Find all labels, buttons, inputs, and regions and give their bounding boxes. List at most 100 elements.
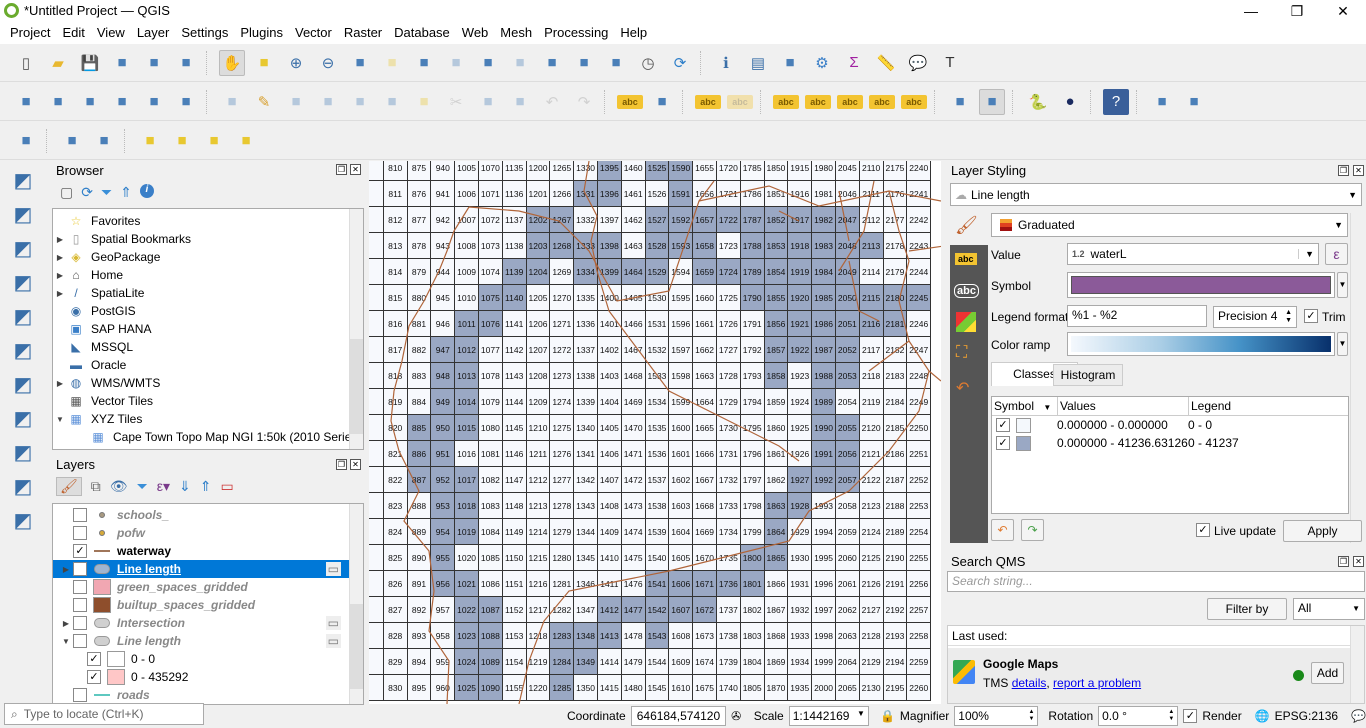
- map-tips-icon[interactable]: 💬: [905, 50, 931, 76]
- collapse-all-icon[interactable]: ⇑: [120, 184, 132, 201]
- browser-item[interactable]: ▶ ◈ GeoPackage: [53, 248, 363, 266]
- add-group-icon[interactable]: ⧉: [91, 478, 101, 495]
- help-icon[interactable]: ?: [1103, 88, 1129, 115]
- save-project-icon[interactable]: 💾: [77, 50, 103, 76]
- qms-search-icon[interactable]: ■: [979, 88, 1005, 115]
- zoom-last-icon[interactable]: ■: [475, 50, 501, 76]
- column-header-values[interactable]: Values: [1058, 397, 1189, 415]
- add-postgis-icon[interactable]: ◩: [8, 370, 38, 398]
- refresh-icon[interactable]: ⟳: [81, 184, 93, 201]
- layer-visibility-checkbox[interactable]: [73, 616, 87, 630]
- layer-item[interactable]: green_spaces_gridded: [53, 578, 363, 596]
- filter-by-extent-button[interactable]: Filter by extent: [1207, 598, 1287, 636]
- zoom-out-icon[interactable]: ⊖: [315, 50, 341, 76]
- add-delimited-text-icon[interactable]: ◩: [8, 268, 38, 296]
- menu-help[interactable]: Help: [614, 22, 653, 44]
- profile-tool-icon[interactable]: ■: [13, 128, 39, 154]
- edit-label-icon[interactable]: abc: [901, 94, 927, 109]
- label-tool-icon[interactable]: abc: [617, 94, 643, 109]
- symbol-button[interactable]: [1067, 272, 1335, 298]
- pan-icon[interactable]: ✋: [219, 49, 245, 76]
- browser-item[interactable]: ▦ Cape Town Topo Map NGI 1:50k (2010 Seri…: [53, 428, 363, 446]
- menu-raster[interactable]: Raster: [338, 22, 388, 44]
- new-temp-layer-icon[interactable]: ■: [141, 89, 167, 115]
- new-map-view-icon[interactable]: ■: [603, 50, 629, 76]
- map-canvas[interactable]: 810 875 940 1005 1070 1135 1200 1265 1330 1395 146…: [369, 161, 941, 704]
- expand-arrow-icon[interactable]: ▶: [53, 253, 67, 262]
- show-hide-labels-icon[interactable]: abc: [805, 94, 831, 109]
- zoom-to-layer-icon[interactable]: ■: [411, 50, 437, 76]
- minimize-button[interactable]: —: [1228, 0, 1274, 22]
- mouse-coordinate-toggle-icon[interactable]: ✇: [731, 709, 749, 723]
- layer-item[interactable]: ✓ waterway: [53, 542, 363, 560]
- close-panel-icon[interactable]: ✕: [1353, 556, 1364, 567]
- menu-view[interactable]: View: [91, 22, 131, 44]
- add-wcs-icon[interactable]: ◩: [8, 472, 38, 500]
- identify-icon[interactable]: ℹ: [713, 50, 739, 76]
- rendering-tab-icon[interactable]: ⛶: [956, 344, 976, 364]
- new-bookmark-icon[interactable]: ■: [539, 50, 565, 76]
- column-header-legend[interactable]: Legend: [1189, 397, 1231, 415]
- refresh-tables-icon[interactable]: ■: [1181, 89, 1207, 115]
- browser-item[interactable]: ▣ SAP HANA: [53, 320, 363, 338]
- data-source-manager-icon[interactable]: ■: [13, 89, 39, 115]
- browser-item[interactable]: ☆ Favorites: [53, 212, 363, 230]
- redo-icon[interactable]: ↷: [571, 89, 597, 115]
- live-update-checkbox[interactable]: ✓: [1196, 523, 1210, 537]
- collapse-arrow-icon[interactable]: ▼: [53, 415, 67, 424]
- add-spatialite-icon[interactable]: ◩: [8, 302, 38, 330]
- color-ramp-dropdown[interactable]: ▼: [1337, 332, 1348, 356]
- zoom-next-icon[interactable]: ■: [507, 50, 533, 76]
- details-link[interactable]: details: [1012, 676, 1047, 690]
- refresh-icon[interactable]: ⟳: [667, 50, 693, 76]
- add-vector-layer-icon[interactable]: ◩: [8, 166, 38, 194]
- expression-filter-icon[interactable]: ε▾: [157, 478, 170, 495]
- report-problem-link[interactable]: report a problem: [1053, 676, 1141, 690]
- show-bookmarks-icon[interactable]: ■: [571, 50, 597, 76]
- expand-arrow-icon[interactable]: ▶: [59, 565, 73, 574]
- expand-arrow-icon[interactable]: ▶: [53, 289, 67, 298]
- class-checkbox[interactable]: ✓: [996, 436, 1010, 450]
- symbology-tab-icon[interactable]: 🖌: [955, 215, 978, 236]
- delete-selected-icon[interactable]: ■: [411, 89, 437, 115]
- diagram-tool-icon[interactable]: ■: [649, 89, 675, 115]
- layer-item[interactable]: roads: [53, 686, 363, 704]
- trim-checkbox[interactable]: ✓: [1304, 309, 1318, 323]
- zoom-in-icon[interactable]: ⊕: [283, 50, 309, 76]
- float-panel-icon[interactable]: ❐: [336, 459, 347, 470]
- filter-legend-icon[interactable]: ⏷: [137, 478, 148, 495]
- float-panel-icon[interactable]: ❐: [1338, 556, 1349, 567]
- style-manager-icon[interactable]: ■: [173, 50, 199, 76]
- menu-project[interactable]: Project: [4, 22, 56, 44]
- qms-service-item[interactable]: Google Maps TMS details, report a proble…: [948, 648, 1350, 703]
- browser-scrollbar[interactable]: [349, 209, 363, 449]
- qms-add-icon[interactable]: ■: [947, 89, 973, 115]
- close-panel-icon[interactable]: ✕: [350, 164, 361, 175]
- chevron-down-icon[interactable]: ▼: [857, 709, 865, 723]
- rotation-field[interactable]: 0.0 °: [1102, 709, 1127, 723]
- select-features-icon[interactable]: ■: [137, 128, 163, 154]
- menu-plugins[interactable]: Plugins: [234, 22, 289, 44]
- layer-visibility-checkbox[interactable]: ✓: [87, 652, 101, 666]
- zoom-to-selection-icon[interactable]: ■: [379, 50, 405, 76]
- tab-histogram[interactable]: Histogram: [1053, 364, 1123, 386]
- select-by-value-icon[interactable]: ■: [169, 128, 195, 154]
- styling-scrollbar[interactable]: [1350, 213, 1363, 543]
- lock-scale-icon[interactable]: 🔒: [880, 709, 895, 723]
- new-spatialite-icon[interactable]: ■: [109, 89, 135, 115]
- layer-item[interactable]: ✓ 0 - 0: [53, 650, 363, 668]
- visibility-icon[interactable]: 👁: [110, 478, 128, 495]
- layer-visibility-checkbox[interactable]: [73, 580, 87, 594]
- cut-icon[interactable]: ✂: [443, 89, 469, 115]
- layer-visibility-checkbox[interactable]: [73, 526, 87, 540]
- render-checkbox[interactable]: ✓: [1183, 709, 1198, 723]
- remove-layer-icon[interactable]: ▭: [221, 478, 234, 495]
- properties-icon[interactable]: i: [139, 184, 154, 198]
- menu-settings[interactable]: Settings: [175, 22, 234, 44]
- collapse-all-icon[interactable]: ⇑: [200, 478, 212, 495]
- text-annotation-icon[interactable]: T: [937, 50, 963, 76]
- add-service-button[interactable]: Add: [1311, 662, 1344, 684]
- column-header-symbol[interactable]: Symbol ▼: [992, 397, 1058, 415]
- layer-visibility-checkbox[interactable]: ✓: [87, 670, 101, 684]
- menu-processing[interactable]: Processing: [538, 22, 614, 44]
